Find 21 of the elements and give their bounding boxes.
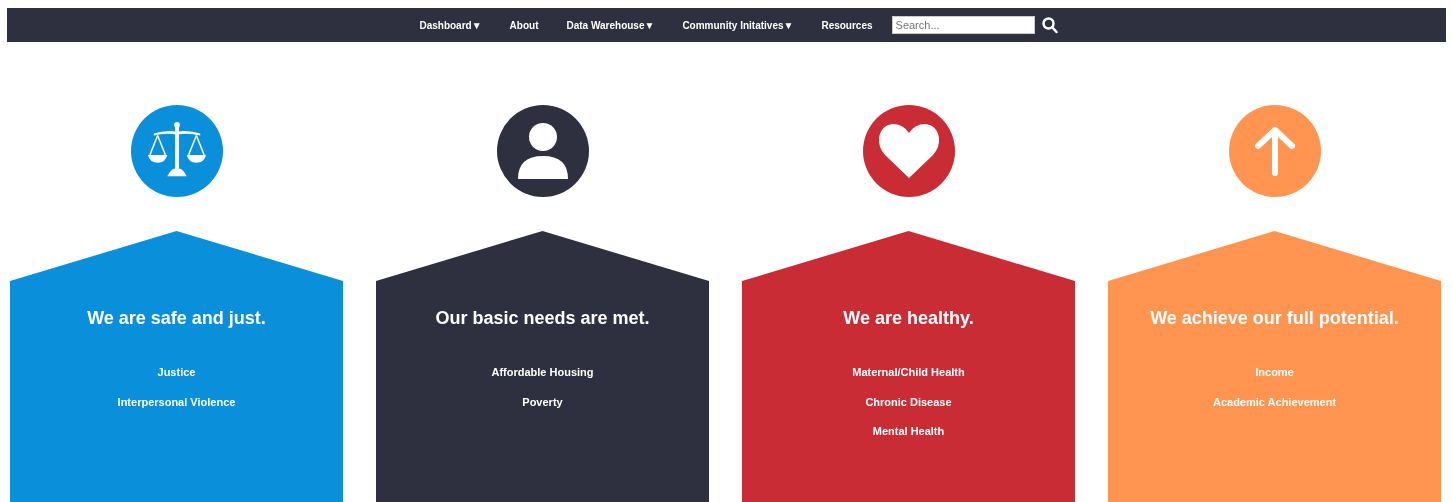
topic-link[interactable]: Chronic Disease bbox=[865, 393, 952, 410]
search-field[interactable]: Search... bbox=[891, 16, 1035, 34]
card-title: We are safe and just. bbox=[87, 307, 266, 330]
card-title: Our basic needs are met. bbox=[435, 307, 650, 330]
nav-link[interactable]: Resources bbox=[807, 17, 887, 33]
topic-link[interactable]: Interpersonal Violence bbox=[117, 393, 236, 410]
topic-link[interactable]: Maternal/Child Health bbox=[852, 364, 965, 381]
up-arrow-icon bbox=[1253, 126, 1296, 176]
nav-link[interactable]: About bbox=[495, 17, 553, 33]
search-icon[interactable] bbox=[1041, 16, 1058, 34]
card-title: We are healthy. bbox=[843, 307, 974, 330]
person-icon bbox=[516, 122, 569, 180]
nav-link[interactable]: Dashboard▼ bbox=[405, 17, 496, 33]
topic-link[interactable]: Mental Health bbox=[872, 423, 945, 440]
heart-icon bbox=[877, 123, 940, 179]
topic-link[interactable]: Affordable Housing bbox=[491, 364, 594, 381]
card-title: We achieve our full potential. bbox=[1150, 307, 1399, 330]
topic-link[interactable]: Poverty bbox=[522, 393, 563, 410]
nav-link[interactable]: Data Warehouse▼ bbox=[552, 17, 669, 33]
nav-link[interactable]: Community Initatives▼ bbox=[668, 17, 808, 33]
topic-link[interactable]: Justice bbox=[157, 364, 196, 381]
